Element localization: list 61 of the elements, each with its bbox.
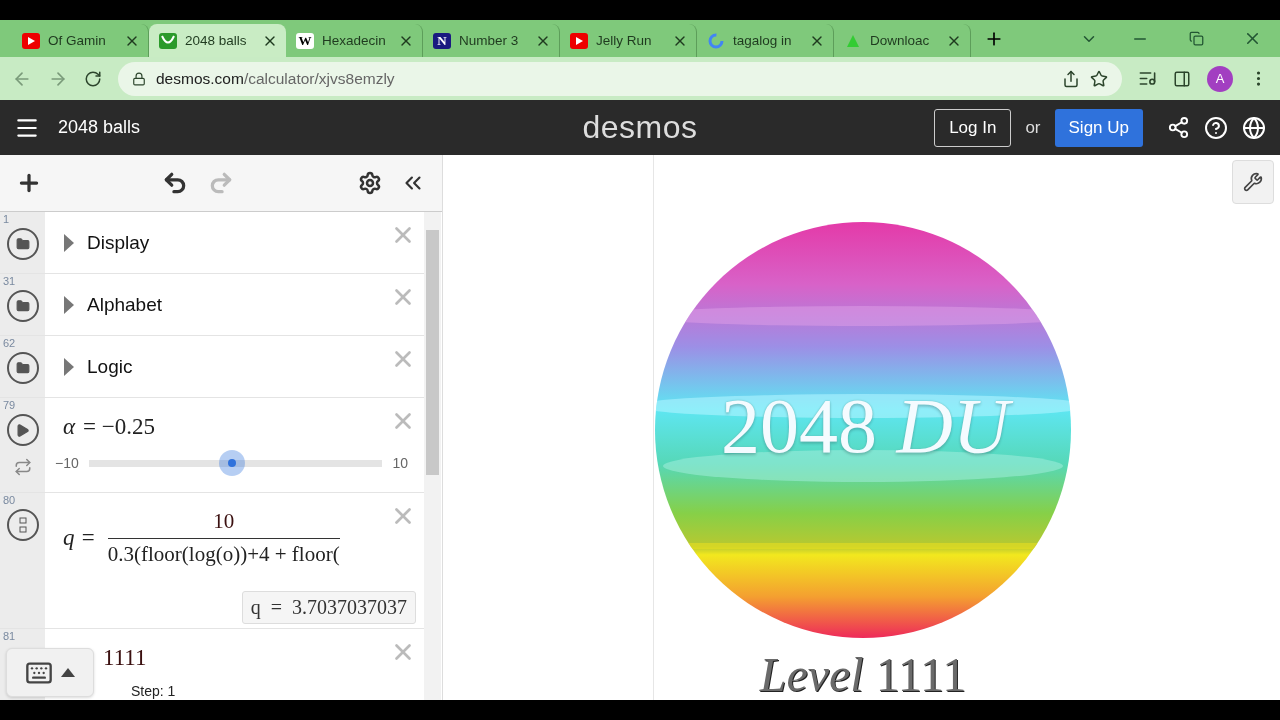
folder-icon[interactable] <box>6 352 39 384</box>
login-button[interactable]: Log In <box>934 108 1012 147</box>
line-number: 31 <box>3 275 16 287</box>
video-icon <box>570 32 588 49</box>
expression-value: 1111 <box>103 645 147 670</box>
address-field[interactable]: desmos.com/calculator/xjvs8emzly <box>118 61 1122 96</box>
expand-icon[interactable] <box>63 294 75 315</box>
folder-icon[interactable] <box>6 290 39 322</box>
or-label: or <box>1025 117 1041 138</box>
logo[interactable]: desmos <box>582 109 698 146</box>
folder-title: Logic <box>87 355 133 378</box>
scrollbar[interactable] <box>424 212 441 700</box>
graph-title: 2048 balls <box>58 117 141 138</box>
restore-icon[interactable] <box>1188 31 1204 46</box>
slider-max: 10 <box>392 455 408 471</box>
folder-title: Alphabet <box>87 293 162 316</box>
profile-avatar[interactable]: A <box>1207 65 1233 92</box>
lock-icon <box>132 71 146 86</box>
result-value: q = 3.7037037037 <box>241 591 416 624</box>
expand-icon[interactable] <box>63 232 75 253</box>
video-icon <box>22 32 40 49</box>
reload-icon[interactable] <box>84 69 102 88</box>
play-icon[interactable] <box>6 414 39 446</box>
keyboard-button[interactable] <box>6 648 94 697</box>
folder-title: Display <box>87 231 150 254</box>
line-number: 79 <box>3 399 16 411</box>
folder-icon[interactable] <box>6 228 39 260</box>
browser-tab[interactable]: 2048 balls <box>149 24 286 57</box>
line-number: 62 <box>3 337 16 349</box>
variable-name: q = <box>63 525 96 551</box>
undo-icon[interactable] <box>162 170 188 196</box>
fraction-icon[interactable] <box>6 509 39 541</box>
denominator: 0.3(floor(log(o))+4 + floor( <box>107 541 340 567</box>
graph-settings-button[interactable] <box>1232 160 1274 204</box>
star-icon[interactable] <box>1090 69 1108 88</box>
variable-name: α <box>63 414 76 440</box>
ball-label: 2048 DU <box>675 381 1055 471</box>
share-icon[interactable] <box>1167 116 1190 139</box>
media-icon[interactable] <box>1138 69 1157 88</box>
level-label: Level 1111 <box>758 647 968 700</box>
line-number: 81 <box>3 630 16 642</box>
line-number: 80 <box>3 494 16 506</box>
share-icon[interactable] <box>1062 69 1080 88</box>
step-label: Step: 1 <box>131 683 177 699</box>
graph-icon <box>159 32 177 49</box>
slider-thumb[interactable] <box>219 450 246 476</box>
side-panel-icon[interactable] <box>1173 69 1191 88</box>
settings-icon[interactable] <box>358 171 382 195</box>
slider-min: −10 <box>55 455 79 471</box>
triangle-up-icon <box>61 668 75 677</box>
numerator: 10 <box>107 509 340 539</box>
expand-icon[interactable] <box>63 356 75 377</box>
letter-icon: N <box>433 32 451 49</box>
repeat-icon[interactable] <box>13 458 32 476</box>
help-icon[interactable] <box>1204 115 1228 140</box>
letter-icon: W <box>296 32 314 49</box>
signup-button[interactable]: Sign Up <box>1054 108 1143 147</box>
globe-icon[interactable] <box>1242 115 1266 140</box>
line-number: 1 <box>3 213 10 225</box>
wrench-icon <box>1243 172 1263 192</box>
slider-value: = −0.25 <box>83 414 156 440</box>
